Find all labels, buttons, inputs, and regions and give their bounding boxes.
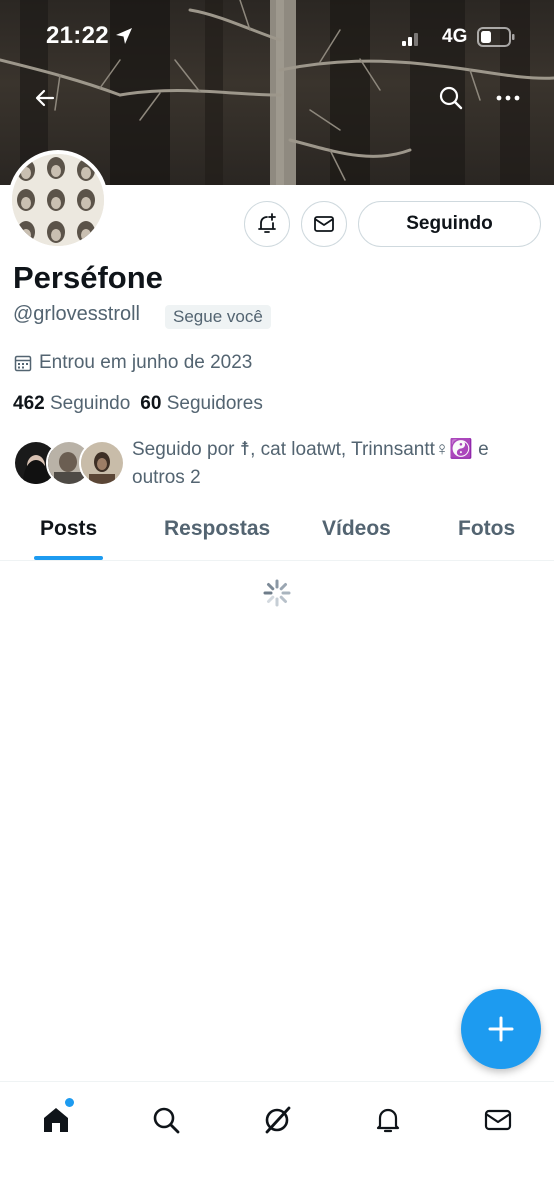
network-type: 4G [442, 26, 468, 47]
following-button[interactable]: Seguindo [358, 201, 541, 247]
status-bar: 21:22 4G [0, 0, 554, 74]
compose-post-button[interactable] [461, 989, 541, 1069]
plus-icon [488, 1016, 514, 1042]
active-tab-indicator [34, 556, 103, 560]
location-arrow-icon [114, 26, 134, 51]
nav-notifications[interactable] [366, 1098, 410, 1142]
bell-icon [376, 1108, 400, 1133]
mail-icon [484, 1109, 512, 1131]
nav-grok[interactable] [255, 1098, 299, 1142]
profile-avatar[interactable] [8, 150, 108, 250]
notification-dot [65, 1098, 74, 1107]
grok-icon [265, 1106, 291, 1134]
mail-icon [314, 216, 334, 232]
cellular-signal-icon [402, 30, 422, 51]
followers-count: 60 [140, 393, 162, 414]
join-date-text: Entrou em junho de 2023 [39, 352, 253, 373]
nav-messages[interactable] [476, 1098, 520, 1142]
battery-icon [477, 27, 515, 52]
back-button[interactable] [25, 78, 65, 118]
follows-you-badge: Segue você [165, 305, 271, 329]
following-stat[interactable]: 462 Seguindo [13, 393, 130, 414]
search-icon [439, 86, 463, 110]
nav-explore[interactable] [144, 1098, 188, 1142]
search-button[interactable] [431, 78, 471, 118]
followers-label: Seguidores [166, 393, 263, 414]
more-options-button[interactable] [488, 78, 528, 118]
more-horizontal-icon [496, 95, 520, 101]
profile-tabs: Posts Respostas Vídeos Fotos [0, 503, 554, 561]
followed-by-text: Seguido por ☨, cat loatwt, Trinnsantt♀☯️… [132, 439, 489, 488]
notifications-toggle-button[interactable] [244, 201, 290, 247]
tab-videos[interactable]: Vídeos [322, 517, 391, 541]
tab-replies[interactable]: Respostas [164, 517, 270, 541]
username-handle: @grlovesstroll [13, 303, 141, 325]
search-icon [153, 1107, 180, 1134]
follow-stats: 462 Seguindo 60 Seguidores [13, 393, 263, 415]
bell-plus-icon [258, 213, 276, 233]
calendar-icon [14, 355, 32, 372]
followers-stat[interactable]: 60 Seguidores [140, 393, 263, 414]
home-icon [44, 1108, 68, 1132]
loading-spinner-icon [262, 578, 292, 613]
tab-posts[interactable]: Posts [40, 517, 97, 541]
following-count: 462 [13, 393, 45, 414]
status-time: 21:22 [46, 22, 109, 49]
tab-photos[interactable]: Fotos [458, 517, 515, 541]
direct-message-button[interactable] [301, 201, 347, 247]
bottom-navigation [0, 1081, 554, 1200]
followers-you-know[interactable]: Seguido por ☨, cat loatwt, Trinnsantt♀☯️… [13, 436, 543, 490]
avatar-photo-grid [12, 154, 104, 246]
mutual-avatar [79, 440, 125, 486]
arrow-left-icon [35, 89, 55, 107]
nav-home[interactable] [34, 1098, 78, 1142]
following-label: Seguindo [49, 393, 131, 414]
join-date: Entrou em junho de 2023 [13, 352, 252, 374]
display-name: Perséfone [13, 260, 163, 295]
